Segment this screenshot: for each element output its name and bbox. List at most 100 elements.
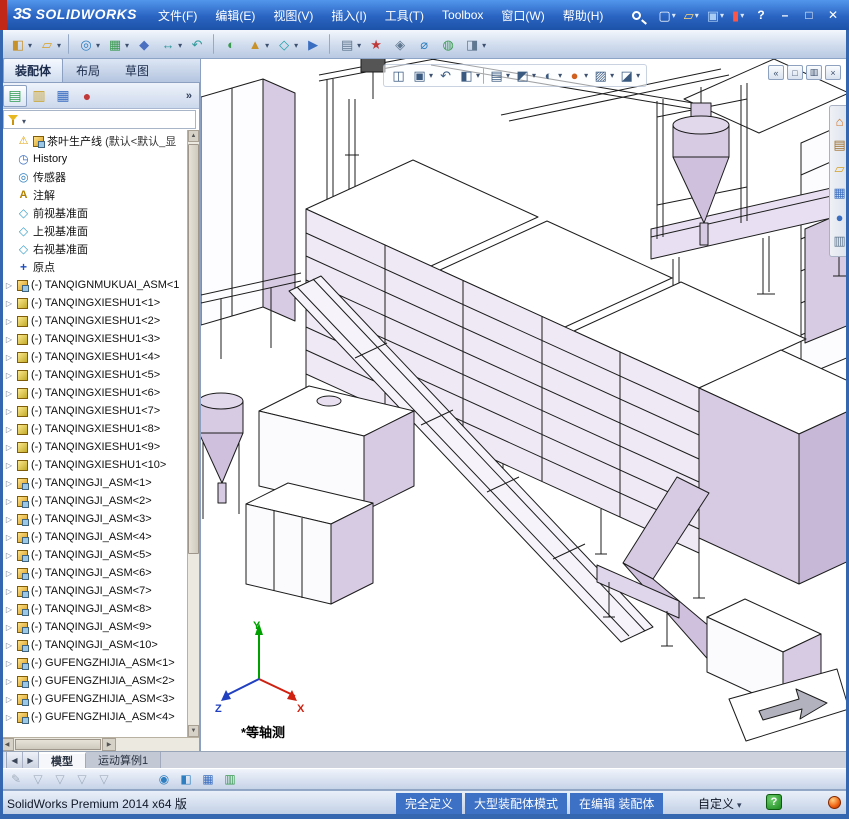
assembly-features[interactable]: ▲: [244, 33, 271, 55]
menu-item[interactable]: 插入(I): [322, 3, 375, 28]
graphics-area[interactable]: ◫ ▣ ▾ ↶ ◧ ▾ ▤ ▾ ◩ ▾ ◐ ▾ ● ▾ ▨ ▾ ◪ ▾ « □ …: [201, 59, 849, 751]
resource-monitor-icon[interactable]: [828, 796, 841, 809]
scroll-tabs-left[interactable]: ◀: [7, 752, 23, 768]
tree-item[interactable]: (-) TANQINGJI_ASM<6>: [0, 564, 186, 582]
expand-arrow-icon[interactable]: [4, 317, 14, 326]
configurationmanager-tab[interactable]: ▦: [51, 85, 75, 107]
expand-arrow-icon[interactable]: [4, 389, 14, 398]
scroll-thumb[interactable]: [188, 144, 199, 554]
tree-item[interactable]: 注解: [0, 186, 186, 204]
dropdown-arrow-icon[interactable]: ▾: [636, 71, 640, 80]
tree-item[interactable]: (-) TANQINGXIESHU1<7>: [0, 402, 186, 420]
expand-arrow-icon[interactable]: [4, 281, 14, 290]
tree-item[interactable]: (-) TANQINGJI_ASM<9>: [0, 618, 186, 636]
menu-item[interactable]: 工具(T): [376, 3, 433, 28]
rotate-component[interactable]: ↶: [186, 33, 208, 55]
scroll-up-icon[interactable]: [188, 130, 199, 142]
dropdown-arrow-icon[interactable]: [124, 37, 129, 51]
expand-arrow-icon[interactable]: [4, 425, 14, 434]
dropdown-arrow-icon[interactable]: [356, 37, 361, 51]
tree-item[interactable]: 传感器: [0, 168, 186, 186]
tree-item[interactable]: (-) TANQINGJI_ASM<5>: [0, 546, 186, 564]
menu-item[interactable]: 视图(V): [264, 3, 322, 28]
dropdown-arrow-icon[interactable]: ▾: [584, 71, 588, 80]
filter-vertices[interactable]: ▽: [94, 769, 114, 789]
component-pattern[interactable]: ▦: [104, 33, 131, 55]
quick-tip-help-icon[interactable]: ?: [766, 794, 782, 810]
open-part[interactable]: ▱: [36, 33, 63, 55]
mass-properties[interactable]: ◍: [437, 33, 459, 55]
expand-arrow-icon[interactable]: [4, 623, 14, 632]
reference-geometry[interactable]: ◇: [273, 33, 300, 55]
expand-arrow-icon[interactable]: [4, 659, 14, 668]
assembly-visualization[interactable]: ◧: [176, 769, 196, 789]
commandmanager-tab[interactable]: 草图: [113, 58, 161, 82]
record-macro-button[interactable]: ▮ ▾: [730, 8, 746, 23]
scroll-right-icon[interactable]: [102, 738, 116, 751]
scroll-thumb[interactable]: [15, 739, 101, 750]
exploded-view[interactable]: ★: [365, 33, 387, 55]
measure[interactable]: ⌀: [413, 33, 435, 55]
tree-item[interactable]: (-) TANQINGXIESHU1<2>: [0, 312, 186, 330]
close-document[interactable]: ×: [825, 65, 841, 80]
close-button[interactable]: ✕: [821, 4, 845, 26]
dropdown-arrow-icon[interactable]: [737, 797, 742, 811]
displaymanager-tab[interactable]: ●: [75, 85, 99, 107]
dropdown-arrow-icon[interactable]: ▾: [695, 11, 699, 20]
tree-item[interactable]: (-) TANQINGJI_ASM<8>: [0, 600, 186, 618]
restore-document-window[interactable]: □: [787, 65, 803, 80]
expand-arrow-icon[interactable]: [4, 677, 14, 686]
customize-menu[interactable]: 自定义: [698, 795, 742, 812]
tree-item[interactable]: 右视基准面: [0, 240, 186, 258]
collapse-taskpane[interactable]: «: [768, 65, 784, 80]
new-motion-study[interactable]: ▶: [302, 33, 324, 55]
expand-arrow-icon[interactable]: [4, 497, 14, 506]
zoom-area[interactable]: ▣ ▾: [410, 67, 434, 84]
end-cabinet[interactable]: [698, 349, 849, 585]
menu-item[interactable]: 帮助(H): [554, 3, 613, 28]
hide-show-items[interactable]: ◐ ▾: [539, 67, 563, 84]
tree-item[interactable]: (-) TANQINGXIESHU1<6>: [0, 384, 186, 402]
menu-item[interactable]: 编辑(E): [206, 3, 264, 28]
dropdown-arrow-icon[interactable]: [481, 37, 486, 51]
dropdown-arrow-icon[interactable]: [95, 37, 100, 51]
smart-fasteners[interactable]: ◆: [133, 33, 155, 55]
section-properties[interactable]: ◨: [461, 33, 488, 55]
zoom-fit[interactable]: ◫: [389, 67, 408, 84]
open-document-button[interactable]: ▱ ▾: [682, 8, 701, 23]
tree-item[interactable]: 前视基准面: [0, 204, 186, 222]
expand-arrow-icon[interactable]: [4, 443, 14, 452]
expand-arrow-icon[interactable]: [4, 587, 14, 596]
document-tab[interactable]: 运动算例1: [86, 752, 162, 768]
apply-scene[interactable]: ▨ ▾: [591, 67, 615, 84]
tree-item[interactable]: (-) TANQINGXIESHU1<10>: [0, 456, 186, 474]
display-style[interactable]: ◩ ▾: [513, 67, 537, 84]
tree-item[interactable]: 上视基准面: [0, 222, 186, 240]
dropdown-arrow-icon[interactable]: ▾: [720, 11, 724, 20]
bill-of-materials[interactable]: ▤: [336, 33, 363, 55]
expand-arrow-icon[interactable]: [4, 461, 14, 470]
tree-item[interactable]: (-) TANQINGJI_ASM<1>: [0, 474, 186, 492]
expand-arrow-icon[interactable]: [4, 299, 14, 308]
expand-arrow-icon[interactable]: [4, 479, 14, 488]
menu-item[interactable]: 窗口(W): [492, 3, 553, 28]
commandmanager-tab[interactable]: 装配体: [3, 58, 64, 82]
tree-root-assembly[interactable]: 茶叶生产线 (默认<默认_显: [0, 132, 186, 150]
expand-arrow-icon[interactable]: [4, 515, 14, 524]
filter-faces[interactable]: ▽: [50, 769, 70, 789]
expand-arrow-icon[interactable]: [4, 353, 14, 362]
expand-arrow-icon[interactable]: [4, 695, 14, 704]
dropdown-arrow-icon[interactable]: ▾: [672, 11, 676, 20]
tree-item[interactable]: (-) GUFENGZHIJIA_ASM<3>: [0, 690, 186, 708]
edit-sketch[interactable]: ✎: [6, 769, 26, 789]
view-orientation[interactable]: ▤ ▾: [487, 67, 511, 84]
minimize-button[interactable]: –: [773, 4, 797, 26]
scroll-down-icon[interactable]: [188, 725, 199, 737]
dropdown-arrow-icon[interactable]: ▾: [429, 71, 433, 80]
help-button[interactable]: ?: [749, 4, 773, 26]
dropdown-arrow-icon[interactable]: [293, 37, 298, 51]
tree-item[interactable]: (-) TANQINGJI_ASM<7>: [0, 582, 186, 600]
save-document-button[interactable]: ▣ ▾: [705, 8, 726, 23]
filter-dropdown-icon[interactable]: [22, 113, 26, 127]
tree-item[interactable]: (-) TANQIGNMUKUAI_ASM<1: [0, 276, 186, 294]
